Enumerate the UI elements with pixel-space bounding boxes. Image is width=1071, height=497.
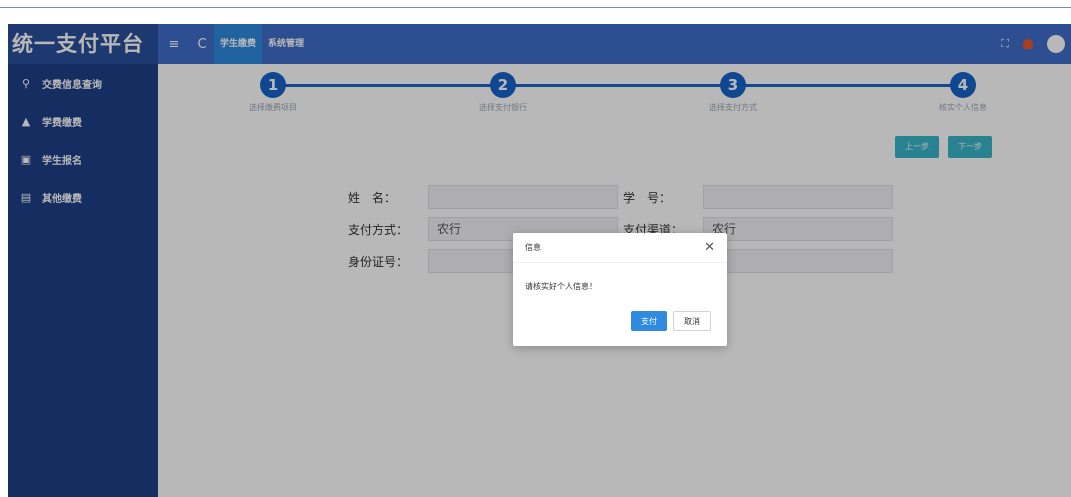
- cancel-button[interactable]: 取消: [673, 311, 711, 331]
- top-border: [0, 0, 1071, 8]
- app-window: 统一支付平台 ⚲ 交费信息查询 ▲ 学费缴费 ▣ 学生报名 ▤ 其他缴费 ≡ C…: [8, 24, 1071, 497]
- confirm-dialog: 信息 ✕ 请核实好个人信息！ 支付 取消: [513, 233, 727, 346]
- dialog-message: 请核实好个人信息！: [525, 282, 597, 291]
- dialog-header: 信息 ✕: [513, 233, 727, 263]
- pay-button[interactable]: 支付: [631, 311, 667, 331]
- dialog-title: 信息: [525, 243, 541, 252]
- close-icon[interactable]: ✕: [704, 240, 715, 255]
- dialog-footer: 支付 取消: [513, 311, 727, 331]
